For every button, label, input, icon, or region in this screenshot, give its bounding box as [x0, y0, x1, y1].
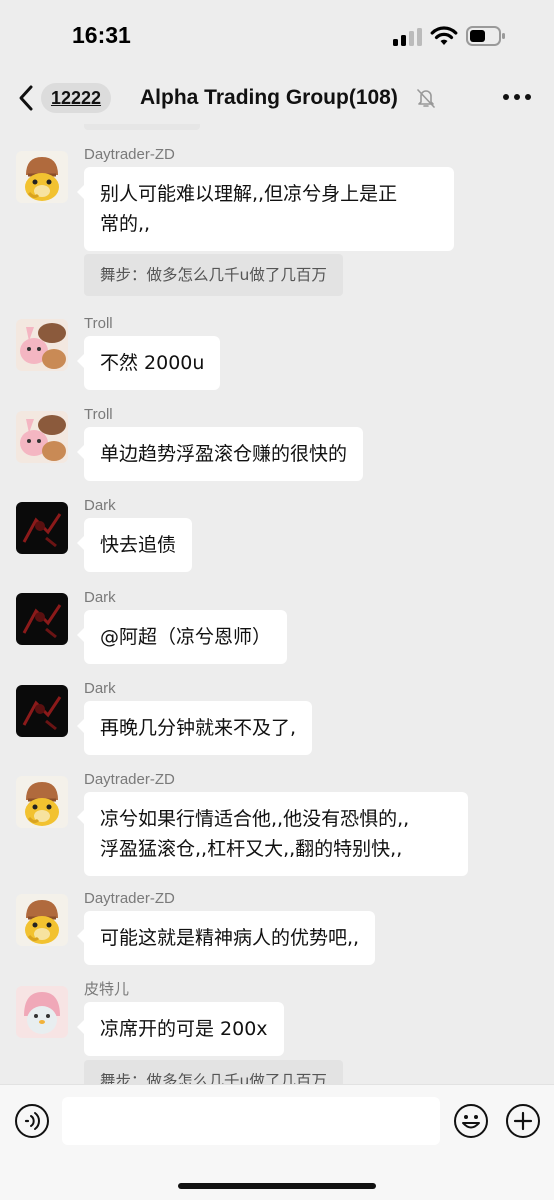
- message-bubble[interactable]: 单边趋势浮盈滚仓赚的很快的: [76, 427, 364, 481]
- message-bubble[interactable]: 别人可能难以理解,,但凉兮身上是正 常的,,: [77, 167, 454, 251]
- sender-name: Dark: [84, 680, 116, 697]
- message-bubble[interactable]: 快去追债: [76, 518, 193, 572]
- sender-avatar[interactable]: [16, 151, 68, 203]
- quoted-reply[interactable]: 舞步：做多怎么几千u做了几百万: [84, 1060, 343, 1084]
- emoji-icon[interactable]: [453, 1103, 489, 1139]
- unread-count-badge[interactable]: 12222: [41, 83, 111, 113]
- chat-title[interactable]: Alpha Trading Group(108): [140, 84, 398, 112]
- sender-avatar[interactable]: [16, 319, 68, 371]
- more-dots-icon[interactable]: [502, 92, 532, 102]
- sender-name: Troll: [84, 406, 113, 423]
- sender-name: Daytrader-ZD: [84, 146, 175, 163]
- message-bubble[interactable]: 凉兮如果行情适合他,,他没有恐惧的,, 浮盈猛滚仓,,杠杆又大,,翻的特别快,,: [77, 792, 468, 876]
- sender-name: Dark: [84, 589, 116, 606]
- message-input[interactable]: [62, 1097, 440, 1145]
- sender-name: 皮特儿: [84, 981, 130, 998]
- quoted-reply[interactable]: 舞步：做多怎么几千u做了几百万: [84, 254, 343, 296]
- voice-icon[interactable]: [14, 1103, 50, 1139]
- message-bubble[interactable]: 可能这就是精神病人的优势吧,,: [76, 911, 376, 965]
- sender-avatar[interactable]: [16, 502, 68, 554]
- chevron-left-icon[interactable]: [16, 84, 38, 112]
- status-time: 16:31: [72, 22, 131, 48]
- home-indicator[interactable]: [178, 1183, 376, 1189]
- sender-name: Daytrader-ZD: [84, 890, 175, 907]
- cellular-signal-icon: [393, 28, 422, 46]
- wifi-icon: [430, 26, 458, 45]
- chat-header: 12222 Alpha Trading Group(108): [0, 72, 554, 124]
- sender-name: Dark: [84, 497, 116, 514]
- plus-circle-icon[interactable]: [505, 1103, 541, 1139]
- message-bubble[interactable]: 不然 2000u: [76, 336, 221, 390]
- sender-name: Troll: [84, 315, 113, 332]
- bell-slash-icon: [417, 89, 435, 108]
- sender-name: Daytrader-ZD: [84, 771, 175, 788]
- message-list[interactable]: Daytrader-ZD 别人可能难以理解,,但凉兮身上是正 常的,, 舞步：做…: [0, 124, 554, 1084]
- message-bubble[interactable]: 再晚几分钟就来不及了,: [76, 701, 313, 755]
- sender-avatar[interactable]: [16, 685, 68, 737]
- message-bubble[interactable]: 凉席开的可是 200x: [77, 1002, 284, 1056]
- sender-avatar[interactable]: [16, 986, 68, 1038]
- status-bar: 16:31: [0, 0, 554, 72]
- sender-avatar[interactable]: [16, 776, 68, 828]
- battery-icon: [466, 26, 505, 46]
- sender-avatar[interactable]: [16, 411, 68, 463]
- message-bubble[interactable]: @阿超（凉兮恩师）: [76, 610, 288, 664]
- input-bar: [0, 1084, 554, 1200]
- sender-avatar[interactable]: [16, 593, 68, 645]
- sender-avatar[interactable]: [16, 894, 68, 946]
- previous-message-edge: [84, 124, 200, 130]
